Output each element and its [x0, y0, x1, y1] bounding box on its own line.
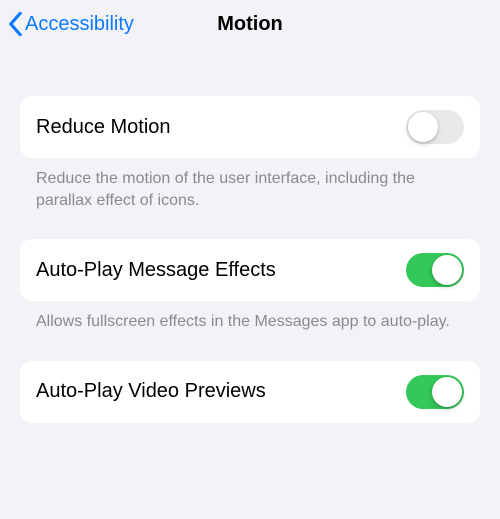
page-title: Motion [217, 13, 283, 36]
back-label: Accessibility [25, 13, 134, 36]
switch-knob [432, 377, 462, 407]
settings-content: Reduce Motion Reduce the motion of the u… [0, 48, 500, 423]
back-button[interactable]: Accessibility [8, 12, 134, 36]
row-label: Reduce Motion [36, 116, 171, 139]
group-footer: Reduce the motion of the user interface,… [20, 158, 480, 211]
group-autoplay-message-effects: Auto-Play Message Effects Allows fullscr… [20, 239, 480, 333]
row-label: Auto-Play Message Effects [36, 259, 276, 282]
switch-knob [432, 255, 462, 285]
group-reduce-motion: Reduce Motion Reduce the motion of the u… [20, 96, 480, 211]
row-reduce-motion[interactable]: Reduce Motion [20, 96, 480, 158]
row-label: Auto-Play Video Previews [36, 380, 266, 403]
row-autoplay-video-previews[interactable]: Auto-Play Video Previews [20, 361, 480, 423]
chevron-left-icon [8, 12, 23, 36]
group-autoplay-video-previews: Auto-Play Video Previews [20, 361, 480, 423]
switch-knob [408, 112, 438, 142]
nav-bar: Accessibility Motion [0, 0, 500, 48]
group-footer: Allows fullscreen effects in the Message… [20, 301, 480, 333]
switch-autoplay-video-previews[interactable] [406, 375, 464, 409]
switch-reduce-motion[interactable] [406, 110, 464, 144]
row-autoplay-message-effects[interactable]: Auto-Play Message Effects [20, 239, 480, 301]
switch-autoplay-message-effects[interactable] [406, 253, 464, 287]
